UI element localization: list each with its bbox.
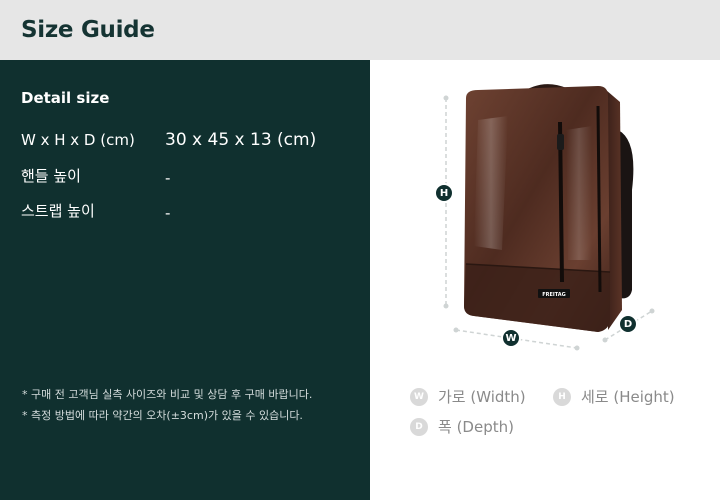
page-header: Size Guide <box>0 0 720 60</box>
svg-text:FREITAG: FREITAG <box>542 292 566 298</box>
height-badge: H <box>434 183 454 203</box>
legend-width: W 가로 (Width) <box>410 386 526 407</box>
note-line: * 구매 전 고객님 실측 사이즈와 비교 및 상담 후 구매 바랍니다. <box>22 388 313 401</box>
spec-row-handle-height: 핸들 높이 - <box>21 165 171 187</box>
legend-height-label: 세로 (Height) <box>581 388 675 406</box>
spec-value-dimensions: 30 x 45 x 13 (cm) <box>165 130 317 150</box>
detail-size-title: Detail size <box>21 89 110 107</box>
spec-value-strap-height: - <box>165 203 171 222</box>
depth-badge: D <box>618 314 638 334</box>
diagram-panel: FREITAG H W D W 가로 (Width) H 세로 (Height)… <box>370 60 720 500</box>
backpack-image: FREITAG <box>464 84 634 332</box>
spec-label-strap-height: 스트랩 높이 <box>21 202 95 220</box>
depth-legend-icon: D <box>410 417 428 436</box>
note-line: * 측정 방법에 따라 약간의 오차(±3cm)가 있을 수 있습니다. <box>22 409 303 422</box>
width-badge: W <box>501 328 521 348</box>
legend-depth: D 폭 (Depth) <box>410 416 514 437</box>
notes: * 구매 전 고객님 실측 사이즈와 비교 및 상담 후 구매 바랍니다. * … <box>22 384 312 426</box>
backpack-diagram: FREITAG <box>443 84 655 351</box>
detail-panel: Detail size W x H x D (cm) 30 x 45 x 13 … <box>0 60 370 500</box>
spec-row-strap-height: 스트랩 높이 - <box>21 200 171 222</box>
width-legend-icon: W <box>410 387 428 406</box>
spec-label-dimensions: W x H x D (cm) <box>21 131 135 149</box>
page-title: Size Guide <box>21 17 155 43</box>
height-badge-letter: H <box>439 187 449 199</box>
spec-value-handle-height: - <box>165 168 171 187</box>
depth-badge-letter: D <box>623 318 633 330</box>
spec-label-handle-height: 핸들 높이 <box>21 167 81 185</box>
height-legend-icon: H <box>553 387 571 406</box>
width-badge-letter: W <box>505 332 517 344</box>
spec-row-dimensions: W x H x D (cm) 30 x 45 x 13 (cm) <box>21 130 316 150</box>
legend-depth-label: 폭 (Depth) <box>438 418 514 436</box>
legend-height: H 세로 (Height) <box>553 386 675 407</box>
legend-width-label: 가로 (Width) <box>438 388 526 406</box>
